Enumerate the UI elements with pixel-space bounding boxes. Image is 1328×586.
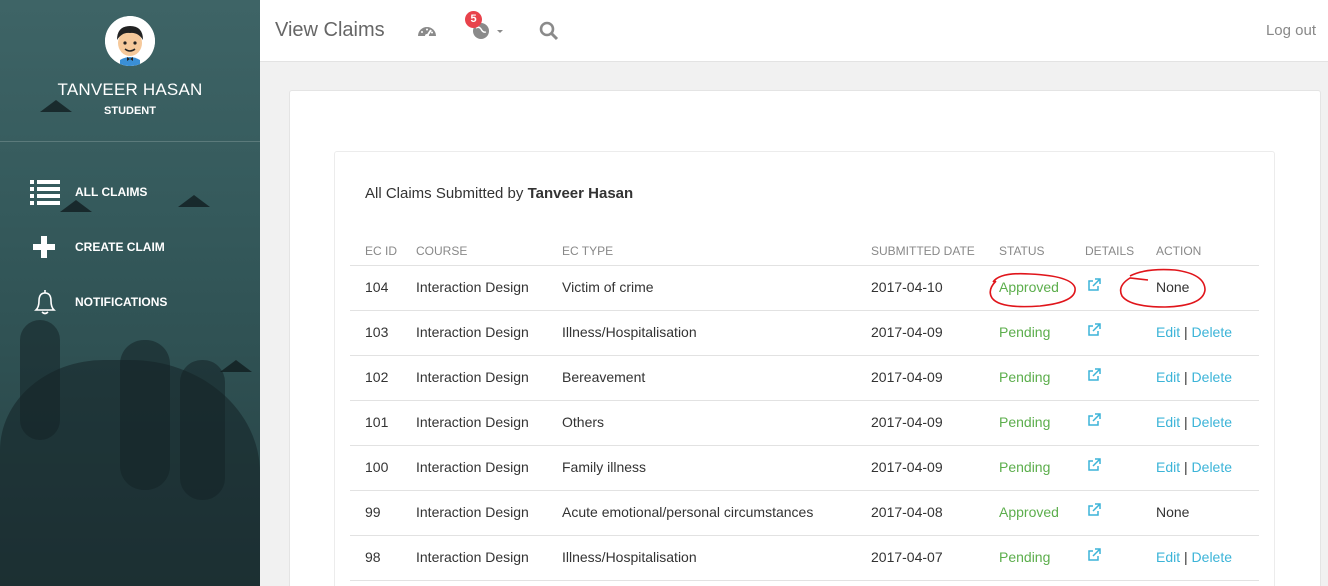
annotation-circle-action: [1119, 268, 1206, 308]
annotation-circle-status: [989, 272, 1076, 308]
annotation-overlay: [989, 268, 1206, 308]
